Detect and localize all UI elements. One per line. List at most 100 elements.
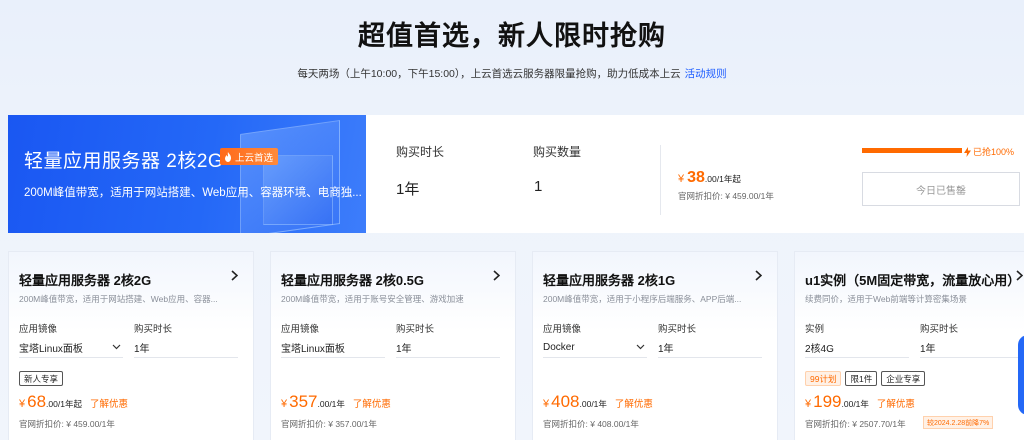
- card-currency: ¥: [805, 398, 812, 410]
- card-original-price: 官网折扣价: ¥ 2507.70/1年: [805, 419, 906, 429]
- featured-product: 轻量应用服务器 2核2G 上云首选 200M峰值带宽，适用于网站搭建、Web应用…: [8, 115, 1024, 233]
- chevron-down-icon: [636, 344, 645, 350]
- card-price-number: 68: [27, 392, 47, 411]
- tag-enterprise: 企业专享: [881, 371, 926, 386]
- card-price: ¥ 408 .00/1年 了解优惠: [543, 392, 653, 412]
- duration-label: 购买时长: [396, 145, 445, 159]
- hero-subtitle-text: 每天两场（上午10:00，下午15:00），上云首选云服务器限量抢购，助力低成本…: [297, 68, 681, 80]
- sales-progress-fill: [862, 148, 962, 153]
- card-price-unit: .00/1年起: [46, 399, 82, 409]
- card-price-number: 408: [551, 392, 580, 411]
- duration-label: 购买时长: [658, 324, 697, 335]
- learn-discount-link[interactable]: 了解优惠: [353, 396, 391, 410]
- card-currency: ¥: [19, 398, 26, 410]
- card-price: ¥ 199 .00/1年 了解优惠: [805, 392, 915, 412]
- card-price-unit: .00/1年: [841, 399, 869, 409]
- card-description: 200M峰值带宽，适用于小程序后端服务、APP后端...: [543, 294, 742, 304]
- featured-description: 200M峰值带宽，适用于网站搭建、Web应用、容器环境、电商独...: [24, 187, 362, 199]
- card-price-unit: .00/1年: [317, 399, 345, 409]
- image-select-value: Docker: [543, 342, 575, 353]
- image-select-value: 宝塔Linux面板: [19, 344, 83, 355]
- duration-select[interactable]: 1年: [134, 338, 238, 358]
- image-label: 应用镜像: [19, 324, 58, 335]
- chevron-down-icon: [112, 344, 121, 350]
- duration-select-value: 1年: [920, 344, 936, 355]
- fire-icon: [225, 151, 231, 162]
- featured-price-number: 38: [687, 169, 705, 186]
- image-label: 应用镜像: [281, 324, 320, 335]
- card-price-number: 199: [813, 392, 842, 411]
- product-card[interactable]: u1实例（5M固定带宽，流量放心用） 续费同价，适用于Web前端等计算密集场景 …: [794, 251, 1024, 440]
- featured-badge: 上云首选: [220, 148, 279, 165]
- price-drop-badge: 较2024.2.28前降7%: [923, 416, 994, 429]
- instance-select-value: 2核4G: [805, 344, 834, 355]
- product-card[interactable]: 轻量应用服务器 2核0.5G 200M峰值带宽，适用于账号安全管理、游戏加速 应…: [270, 251, 516, 440]
- card-title[interactable]: 轻量应用服务器 2核1G: [543, 270, 675, 289]
- chevron-right-icon[interactable]: [227, 268, 241, 282]
- card-price: ¥ 357 .00/1年 了解优惠: [281, 392, 391, 412]
- instance-select[interactable]: 2核4G: [805, 338, 909, 358]
- card-title[interactable]: u1实例（5M固定带宽，流量放心用）: [805, 270, 1020, 289]
- card-description: 续费同价，适用于Web前端等计算密集场景: [805, 294, 967, 304]
- featured-title: 轻量应用服务器 2核2G: [24, 151, 224, 172]
- duration-select[interactable]: 1年: [396, 338, 500, 358]
- card-original-price: 官网折扣价: ¥ 408.00/1年: [543, 419, 639, 429]
- featured-badge-text: 上云首选: [235, 152, 274, 164]
- card-price-number: 357: [289, 392, 318, 411]
- rules-link[interactable]: 活动规则: [685, 68, 727, 80]
- duration-label: 购买时长: [920, 324, 959, 335]
- card-tags: 新人专享: [19, 371, 64, 386]
- featured-price-block: ¥ 38 .00/1年起 官网折扣价: ¥ 459.00/1年: [678, 169, 774, 202]
- duration-select-value: 1年: [134, 344, 150, 355]
- sales-progress-text: 已抢100%: [964, 145, 1014, 158]
- card-description: 200M峰值带宽，适用于账号安全管理、游戏加速: [281, 294, 464, 304]
- featured-price-area: ¥ 38 .00/1年起 官网折扣价: ¥ 459.00/1年 已抢100% 今…: [660, 115, 1024, 233]
- duration-label: 购买时长: [134, 324, 173, 335]
- tag-99-plan: 99计划: [805, 371, 842, 386]
- tag-new-user: 新人专享: [19, 371, 64, 386]
- card-price: ¥ 68 .00/1年起 了解优惠: [19, 392, 128, 412]
- quantity-value[interactable]: 1: [534, 178, 542, 195]
- instance-label: 实例: [805, 324, 825, 335]
- card-title[interactable]: 轻量应用服务器 2核0.5G: [281, 270, 424, 289]
- duration-label: 购买时长: [396, 324, 435, 335]
- card-original-price: 官网折扣价: ¥ 357.00/1年: [281, 419, 377, 429]
- featured-original-price: 官网折扣价: ¥ 459.00/1年: [678, 191, 774, 201]
- image-label: 应用镜像: [543, 324, 582, 335]
- duration-select-value: 1年: [396, 344, 412, 355]
- featured-options: 购买时长 1年 购买数量 1: [366, 115, 660, 233]
- sold-out-button[interactable]: 今日已售罄: [862, 172, 1020, 206]
- image-select[interactable]: 宝塔Linux面板: [19, 338, 123, 358]
- lightning-icon: [964, 146, 971, 157]
- card-title[interactable]: 轻量应用服务器 2核2G: [19, 270, 151, 289]
- image-select[interactable]: 宝塔Linux面板: [281, 338, 385, 358]
- duration-select-value: 1年: [658, 344, 674, 355]
- hero-subtitle: 每天两场（上午10:00，下午15:00），上云首选云服务器限量抢购，助力低成本…: [0, 66, 1024, 81]
- image-select[interactable]: Docker: [543, 338, 647, 358]
- duration-select[interactable]: 1年: [920, 338, 1024, 358]
- product-card[interactable]: 轻量应用服务器 2核2G 200M峰值带宽，适用于网站搭建、Web应用、容器..…: [8, 251, 254, 440]
- chevron-right-icon[interactable]: [489, 268, 503, 282]
- learn-discount-link[interactable]: 了解优惠: [877, 396, 915, 410]
- card-currency: ¥: [543, 398, 550, 410]
- quantity-label: 购买数量: [533, 145, 582, 159]
- product-card[interactable]: 轻量应用服务器 2核1G 200M峰值带宽，适用于小程序后端服务、APP后端..…: [532, 251, 778, 440]
- chevron-right-icon[interactable]: [751, 268, 765, 282]
- learn-discount-link[interactable]: 了解优惠: [90, 396, 128, 410]
- learn-discount-link[interactable]: 了解优惠: [615, 396, 653, 410]
- card-currency: ¥: [281, 398, 288, 410]
- card-description: 200M峰值带宽，适用于网站搭建、Web应用、容器...: [19, 294, 218, 304]
- card-tags: 99计划 限1件 企业专享: [805, 371, 926, 386]
- card-original-price: 官网折扣价: ¥ 459.00/1年: [19, 419, 115, 429]
- featured-price: ¥ 38 .00/1年起: [678, 169, 774, 187]
- hero-title: 超值首选，新人限时抢购: [358, 21, 666, 51]
- image-select-value: 宝塔Linux面板: [281, 344, 345, 355]
- duration-select[interactable]: 1年: [658, 338, 762, 358]
- duration-value[interactable]: 1年: [396, 178, 419, 199]
- side-floating-button[interactable]: [1018, 335, 1024, 415]
- chevron-right-icon[interactable]: [1012, 268, 1024, 282]
- sales-progress-label: 已抢100%: [973, 147, 1015, 157]
- featured-price-unit: .00/1年起: [704, 174, 741, 184]
- featured-banner[interactable]: 轻量应用服务器 2核2G 上云首选 200M峰值带宽，适用于网站搭建、Web应用…: [8, 115, 366, 233]
- featured-currency: ¥: [678, 173, 685, 185]
